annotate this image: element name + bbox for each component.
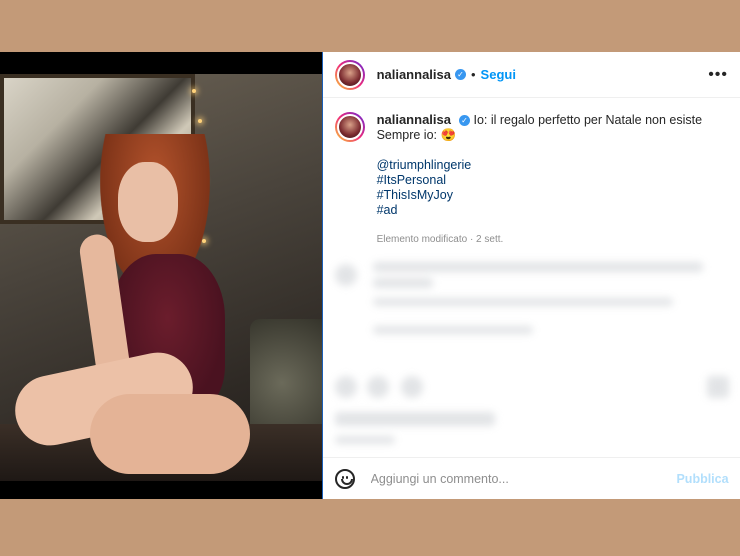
photo-image [0,74,322,481]
post-header: naliannalisa ✓ • Segui ••• [322,52,740,98]
tag-hashtag[interactable]: #ThisIsMyJoy [377,188,707,203]
verified-badge-icon: ✓ [454,69,466,80]
more-options-icon[interactable]: ••• [708,66,728,84]
separator-dot: • [470,67,476,82]
caption: naliannalisa ✓ Io: il regalo perfetto per… [323,98,740,247]
publish-button[interactable]: Pubblica [676,472,728,486]
caption-username[interactable]: naliannalisa [377,112,451,127]
username[interactable]: naliannalisa [377,67,451,82]
caption-line-1: Io: il regalo perfetto per Natale non es… [473,113,703,127]
tag-mention[interactable]: @triumphlingerie [377,158,707,173]
comment-input[interactable] [368,470,663,487]
blurred-comments [323,252,740,452]
verified-badge-icon: ✓ [458,115,470,127]
emoji-icon[interactable] [334,468,355,489]
figure-face [118,162,178,242]
tag-hashtag[interactable]: #ad [377,203,707,218]
post-side-panel: naliannalisa ✓ • Segui ••• naliannalisa ✓… [321,52,740,499]
caption-avatar[interactable] [334,112,365,142]
follow-button[interactable]: Segui [481,67,516,82]
post-photo[interactable] [0,52,322,499]
edited-timestamp: Elemento modificato · 2 sett. [376,234,504,245]
comment-bar: Pubblica [322,457,740,499]
caption-text: naliannalisa ✓ Io: il regalo perfetto per… [377,112,707,247]
caption-line-2: Sempre io: 😍 [376,128,457,142]
instagram-post: naliannalisa ✓ • Segui ••• naliannalisa ✓… [0,52,740,499]
tag-hashtag[interactable]: #ItsPersonal [377,173,707,188]
avatar[interactable] [334,59,365,90]
figure-leg-lower [90,394,250,474]
